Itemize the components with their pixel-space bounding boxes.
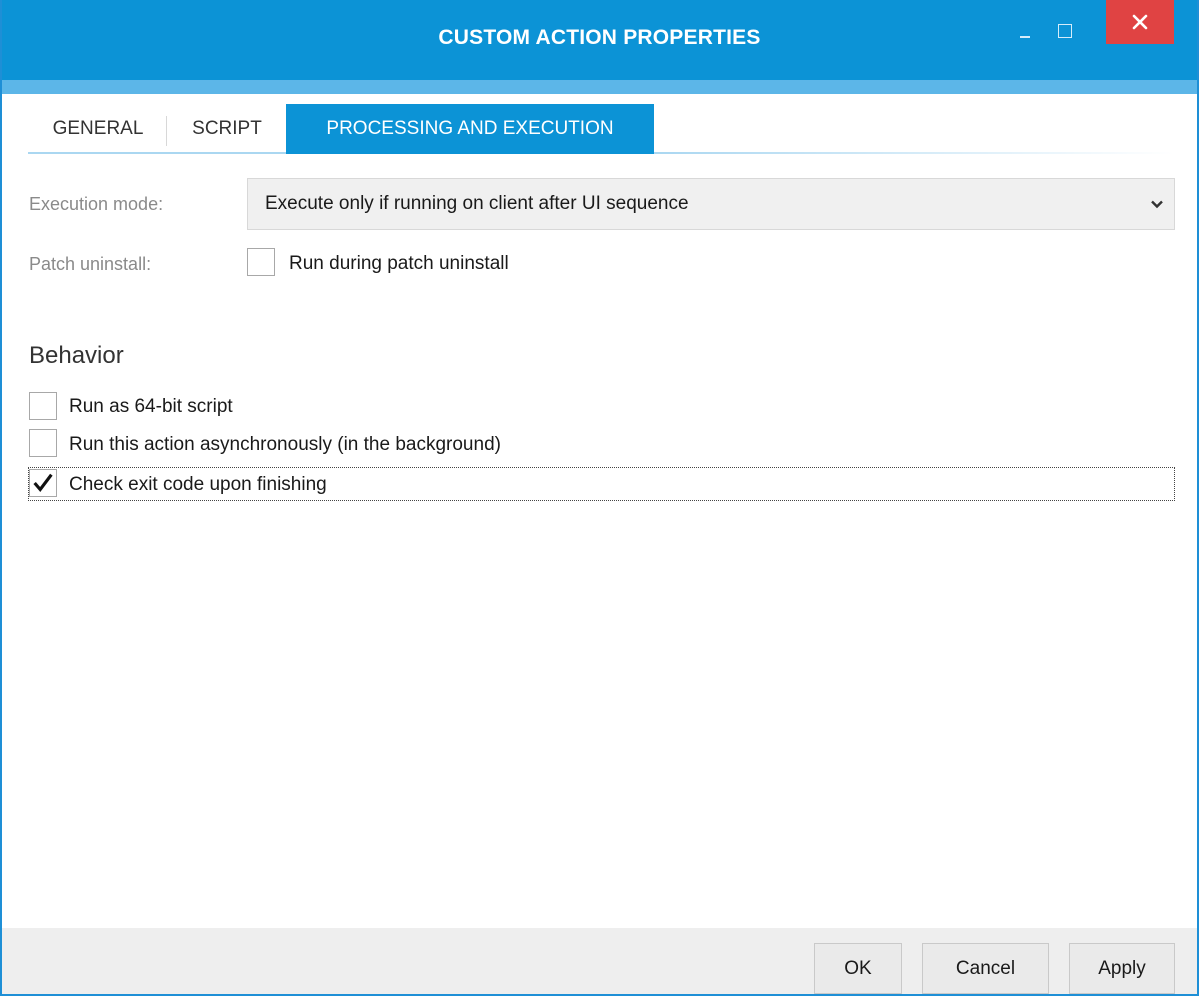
ok-button[interactable]: OK <box>814 943 902 994</box>
checkmark-icon <box>33 473 53 493</box>
patch-uninstall-label: Patch uninstall: <box>29 254 152 274</box>
run-async-label[interactable]: Run this action asynchronously (in the b… <box>69 434 501 456</box>
tab-divider <box>166 116 167 146</box>
close-button[interactable] <box>1106 0 1174 44</box>
execution-mode-value: Execute only if running on client after … <box>265 193 689 214</box>
close-icon <box>1132 14 1148 30</box>
tab-underline <box>654 152 1174 154</box>
cancel-button[interactable]: Cancel <box>922 943 1049 994</box>
patch-uninstall-checkbox[interactable] <box>247 248 275 276</box>
tab-script[interactable]: SCRIPT <box>168 104 286 154</box>
execution-mode-select[interactable]: Execute only if running on client after … <box>247 178 1175 230</box>
minimize-icon[interactable] <box>1014 0 1040 38</box>
properties-dialog: CUSTOM ACTION PROPERTIES GENERAL SCRIPT … <box>0 0 1199 996</box>
run-64bit-checkbox[interactable] <box>29 392 57 420</box>
run-64bit-label[interactable]: Run as 64-bit script <box>69 396 233 418</box>
tab-processing-and-execution[interactable]: PROCESSING AND EXECUTION <box>286 104 654 154</box>
check-exit-code-label[interactable]: Check exit code upon finishing <box>69 474 327 496</box>
execution-mode-label: Execution mode: <box>29 194 164 214</box>
run-async-checkbox[interactable] <box>29 429 57 457</box>
tab-general[interactable]: GENERAL <box>28 104 168 154</box>
chevron-down-icon <box>1151 200 1163 209</box>
patch-uninstall-checkbox-label[interactable]: Run during patch uninstall <box>289 253 509 275</box>
maximize-icon[interactable] <box>1052 0 1078 38</box>
title-bar-strip <box>2 80 1197 94</box>
apply-button[interactable]: Apply <box>1069 943 1175 994</box>
tab-underline <box>28 152 286 154</box>
behavior-heading: Behavior <box>29 342 124 369</box>
check-exit-code-checkbox[interactable] <box>29 469 57 497</box>
title-bar[interactable]: CUSTOM ACTION PROPERTIES <box>2 0 1197 80</box>
